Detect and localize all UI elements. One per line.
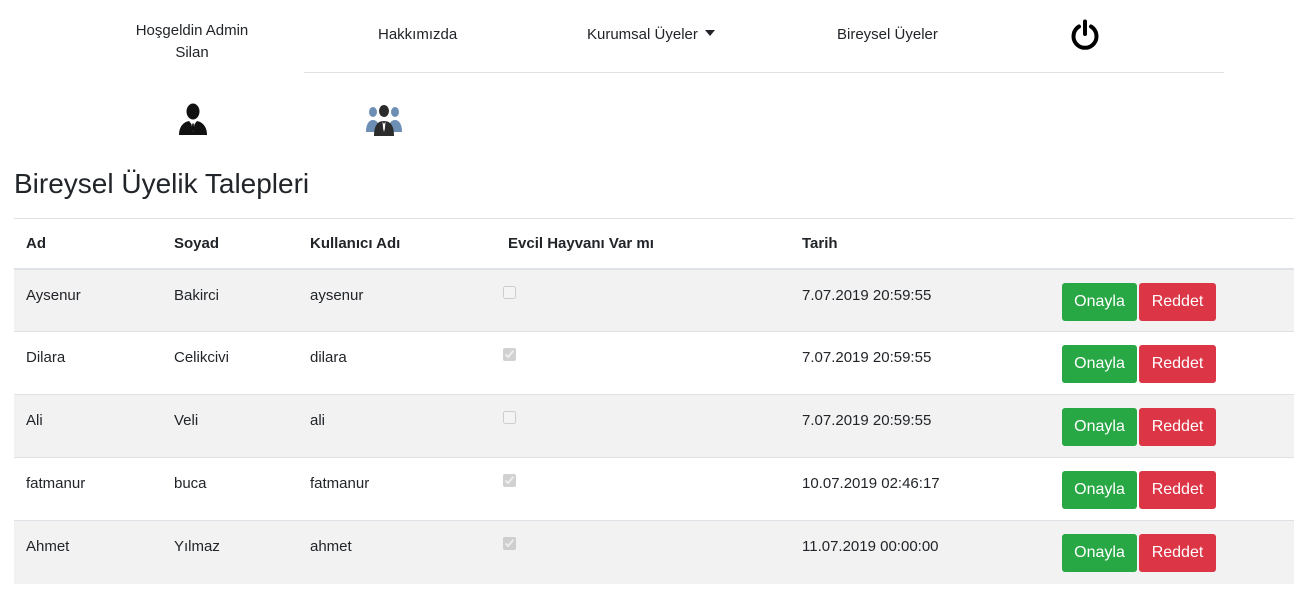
cell-tarih: 7.07.2019 20:59:55 [790,331,1050,395]
cell-kullanici-adi: ali [298,394,496,458]
pet-checkbox [503,411,516,424]
table-row: Aysenur Bakirci aysenur 7.07.2019 20:59:… [14,268,1294,332]
cell-ad: Aysenur [14,268,162,332]
approve-button[interactable]: Onayla [1062,282,1137,321]
cell-actions: Onayla Reddet [1050,394,1294,458]
requests-table: Ad Soyad Kullanıcı Adı Evcil Hayvanı Var… [14,218,1294,584]
table-row: Dilara Celikcivi dilara 7.07.2019 20:59:… [14,331,1294,395]
cell-kullanici-adi: aysenur [298,268,496,332]
cell-actions: Onayla Reddet [1050,520,1294,584]
cell-evcil-hayvan [496,457,790,521]
cell-evcil-hayvan [496,394,790,458]
cell-soyad: buca [162,457,298,521]
cell-evcil-hayvan [496,331,790,395]
welcome-line-1: Hoşgeldin Admin [135,22,249,39]
cell-tarih: 10.07.2019 02:46:17 [790,457,1050,521]
cell-soyad: Bakirci [162,268,298,332]
cell-soyad: Veli [162,394,298,458]
pet-checkbox [503,285,516,299]
header-actions [1050,218,1294,270]
nav-divider [304,72,1224,73]
cell-kullanici-adi: fatmanur [298,457,496,521]
header-tarih: Tarih [790,218,1050,270]
reject-button[interactable]: Reddet [1139,345,1216,383]
header-ad: Ad [14,218,162,270]
table-row: Ahmet Yılmaz ahmet 11.07.2019 00:00:00 O… [14,520,1294,584]
person-icon[interactable] [176,102,210,136]
table-header-row: Ad Soyad Kullanıcı Adı Evcil Hayvanı Var… [14,218,1294,270]
pet-checkbox [503,537,516,550]
cell-tarih: 7.07.2019 20:59:55 [790,268,1050,332]
cell-ad: Ahmet [14,520,162,584]
cell-actions: Onayla Reddet [1050,331,1294,395]
welcome-text: Hoşgeldin Admin Silan [120,20,264,64]
cell-ad: Ali [14,394,162,458]
cell-evcil-hayvan [496,268,790,332]
nav-corporate-members-label: Kurumsal Üyeler [587,26,698,43]
group-icon[interactable] [366,102,402,136]
cell-ad: fatmanur [14,457,162,521]
cell-soyad: Celikcivi [162,331,298,395]
cell-tarih: 7.07.2019 20:59:55 [790,394,1050,458]
cell-actions: Onayla Reddet [1050,457,1294,521]
cell-kullanici-adi: dilara [298,331,496,395]
approve-button[interactable]: Onayla [1062,408,1137,446]
pet-checkbox [503,348,516,361]
power-icon[interactable] [1068,18,1102,52]
welcome-line-2: Silan [175,44,209,61]
page-title: Bireysel Üyelik Talepleri [14,168,310,199]
reject-button[interactable]: Reddet [1139,408,1216,446]
approve-button[interactable]: Onayla [1062,534,1137,572]
reject-button[interactable]: Reddet [1139,282,1216,321]
caret-down-icon [704,30,715,36]
nav-corporate-members-dropdown[interactable]: Kurumsal Üyeler [587,24,715,46]
cell-ad: Dilara [14,331,162,395]
cell-actions: Onayla Reddet [1050,268,1294,332]
approve-button[interactable]: Onayla [1062,345,1137,383]
header-soyad: Soyad [162,218,298,270]
reject-button[interactable]: Reddet [1139,471,1216,509]
table-row: Ali Veli ali 7.07.2019 20:59:55 Onayla Re… [14,394,1294,458]
cell-tarih: 11.07.2019 00:00:00 [790,520,1050,584]
approve-button[interactable]: Onayla [1062,471,1137,509]
cell-evcil-hayvan [496,520,790,584]
pet-checkbox [503,474,516,487]
cell-kullanici-adi: ahmet [298,520,496,584]
cell-soyad: Yılmaz [162,520,298,584]
requests-table-container: Ad Soyad Kullanıcı Adı Evcil Hayvanı Var… [14,218,1294,584]
nav-about[interactable]: Hakkımızda [378,24,457,46]
reject-button[interactable]: Reddet [1139,534,1216,572]
table-row: fatmanur buca fatmanur 10.07.2019 02:46:… [14,457,1294,521]
header-kullanici-adi: Kullanıcı Adı [298,218,496,270]
header-evcil-hayvan: Evcil Hayvanı Var mı [496,218,790,270]
nav-individual-members[interactable]: Bireysel Üyeler [837,24,938,46]
